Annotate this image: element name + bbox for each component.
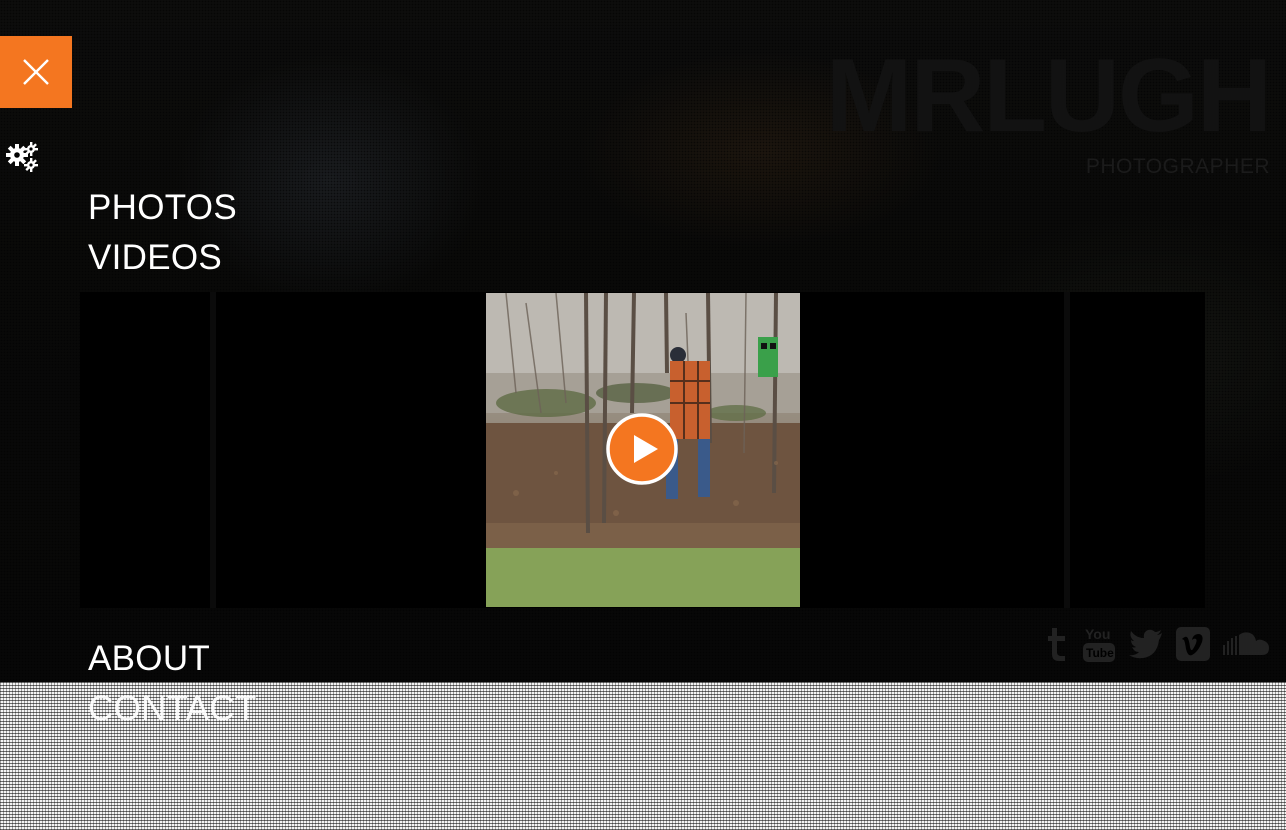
youtube-link[interactable]: You Tube	[1082, 624, 1116, 664]
svg-text:You: You	[1085, 626, 1110, 642]
nav-contact[interactable]: CONTACT	[88, 691, 257, 726]
tumblr-link[interactable]	[1044, 624, 1070, 664]
gears-icon	[6, 142, 38, 172]
youtube-icon: You Tube	[1083, 626, 1115, 662]
svg-text:Tube: Tube	[1086, 646, 1114, 660]
brand-title: MRLUGH	[825, 38, 1272, 154]
vimeo-icon	[1176, 627, 1210, 661]
soundcloud-icon	[1223, 632, 1269, 655]
strip-divider	[210, 292, 216, 608]
play-icon[interactable]	[606, 413, 678, 485]
close-menu-button[interactable]	[0, 36, 72, 108]
brand-logo: MRLUGH PHOTOGRAPHER	[825, 38, 1272, 178]
vimeo-link[interactable]	[1176, 624, 1210, 664]
tumblr-icon	[1048, 628, 1065, 661]
nav-videos[interactable]: VIDEOS	[88, 240, 222, 275]
video-thumbnail[interactable]	[486, 293, 800, 607]
twitter-link[interactable]	[1128, 624, 1164, 664]
nav-about[interactable]: ABOUT	[88, 641, 210, 676]
nav-photos[interactable]: PHOTOS	[88, 190, 237, 225]
strip-divider	[1064, 292, 1070, 608]
settings-button[interactable]	[0, 136, 44, 178]
close-icon	[23, 59, 49, 85]
twitter-icon	[1129, 629, 1162, 659]
brand-subtitle: PHOTOGRAPHER	[1085, 155, 1270, 178]
soundcloud-link[interactable]	[1222, 624, 1272, 664]
social-links: You Tube	[1044, 624, 1272, 664]
